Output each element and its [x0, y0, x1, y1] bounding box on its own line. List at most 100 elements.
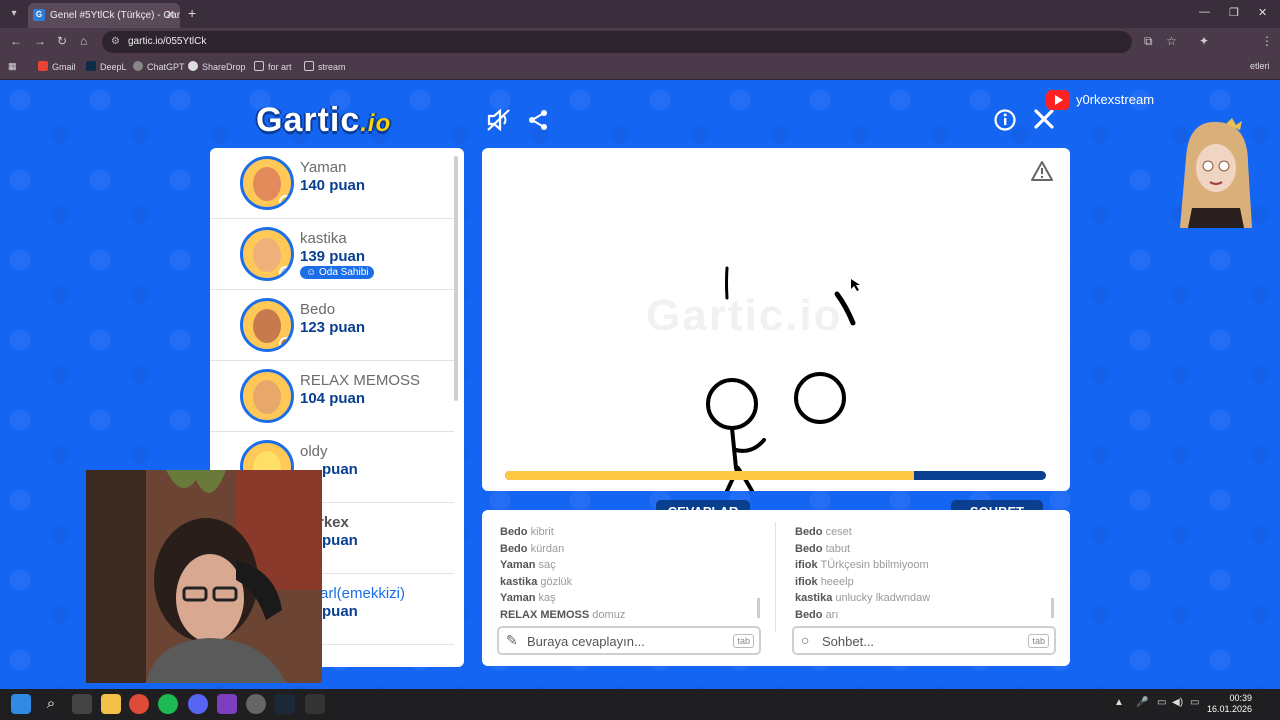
player-row[interactable]: Yaman 140 puan [210, 148, 454, 219]
chrome-icon[interactable] [129, 694, 149, 714]
start-menu-icon[interactable] [11, 694, 31, 714]
search-icon[interactable]: ⌕ [41, 694, 61, 714]
player-score: puan [322, 532, 358, 549]
steam-icon[interactable] [275, 694, 295, 714]
bookmark-folder-stream[interactable]: stream [304, 61, 346, 72]
player-row[interactable]: kastika 139 puan ☺ Oda Sahibi [210, 219, 454, 290]
player-score: 104 puan [300, 390, 366, 407]
system-clock[interactable]: 00:39 16.01.2026 [1207, 693, 1252, 715]
tab-close-icon[interactable]: ✕ [166, 3, 175, 28]
player-score: 139 puan [300, 248, 366, 265]
tray-chevron-icon[interactable]: ▲ [1114, 697, 1124, 708]
forward-arrow-icon[interactable]: → [34, 34, 46, 48]
player-score: puan [322, 603, 358, 620]
gmail-icon [38, 61, 48, 71]
install-app-icon[interactable]: ⧉ [1144, 34, 1153, 49]
chat-input[interactable] [822, 632, 1022, 650]
file-explorer-icon[interactable] [101, 694, 121, 714]
list-item: RELAX MEMOSS domuz [500, 608, 626, 621]
info-icon[interactable] [994, 109, 1016, 137]
battery-icon[interactable]: ▭ [1190, 697, 1199, 708]
network-icon[interactable]: ▭ [1157, 697, 1166, 708]
new-tab-button[interactable]: + [188, 5, 196, 21]
apps-grid-icon[interactable]: ▦ [8, 61, 17, 72]
chat-scrollbar[interactable] [1051, 598, 1054, 618]
browser-nav-bar: ← → ↻ ⌂ ⚙ gartic.io/055YtlCk ⧉ ☆ ✦ ⋮ [0, 28, 1280, 56]
player-name: Bedo [300, 301, 336, 318]
list-item: Yaman saç [500, 559, 556, 571]
reload-icon[interactable]: ↻ [57, 34, 67, 48]
folder-icon [304, 61, 314, 71]
player-avatar [240, 156, 294, 210]
youtube-overlay: y0rkexstream [1046, 90, 1170, 112]
pencil-icon: ✎ [506, 632, 518, 648]
player-score: puan [322, 461, 358, 478]
list-item: kastika unlucky lkadwndaw [795, 592, 931, 604]
webcam-overlay [86, 470, 322, 683]
exit-close-icon[interactable] [1033, 108, 1055, 136]
chat-log: Bedo ceset Bedo tabut ifiok TÜrkçesin bb… [795, 524, 1055, 623]
youtube-icon [1046, 90, 1070, 110]
vtuber-avatar [1178, 118, 1254, 228]
site-info-icon[interactable]: ⚙ [111, 31, 120, 53]
status-dot [279, 337, 291, 349]
tab-hint: tab [733, 634, 754, 648]
player-name: oldy [300, 443, 328, 460]
bookmark-gmail[interactable]: Gmail [38, 61, 76, 72]
gartic-favicon-icon: G [33, 9, 45, 21]
url-text: gartic.io/055YtlCk [128, 36, 207, 47]
tab-hint: tab [1028, 634, 1049, 648]
bookmark-deepl[interactable]: DeepL [86, 61, 127, 72]
windows-taskbar: ⌕ ▲ 🎤 ▭ ◀) ▭ 00:39 16.01.2026 [0, 689, 1280, 720]
tab-search-chevron-icon[interactable]: ▾ [6, 6, 22, 22]
answer-input[interactable] [527, 632, 727, 650]
bookmark-star-icon[interactable]: ☆ [1166, 34, 1177, 48]
tab-title: Genel #5YtlCk (Türkçe) - Gartic [50, 10, 180, 21]
volume-icon[interactable]: ◀) [1172, 697, 1183, 708]
list-item: Yaman kaş [500, 592, 556, 604]
deepl-icon [86, 61, 96, 71]
player-row[interactable]: Bedo 123 puan [210, 290, 454, 361]
list-item: ifiok TÜrkçesin bbilmiyoom [795, 559, 929, 571]
answers-scrollbar[interactable] [757, 598, 760, 618]
bookmark-folder-for-art[interactable]: for art [254, 61, 292, 72]
drawing-strokes [706, 266, 860, 491]
task-view-icon[interactable] [72, 694, 92, 714]
player-name: RELAX MEMOSS [300, 372, 421, 389]
minimize-icon[interactable]: — [1199, 6, 1210, 18]
discord-icon[interactable] [188, 694, 208, 714]
drawing-canvas[interactable]: Gartic.io [482, 148, 1070, 491]
app-icon[interactable] [217, 694, 237, 714]
player-list-scrollbar[interactable] [454, 156, 458, 401]
microphone-icon[interactable]: 🎤 [1136, 697, 1148, 708]
chat-input-box: ○ tab [792, 626, 1056, 655]
player-name: Yaman [300, 159, 347, 176]
list-item: Bedo ceset [795, 526, 852, 538]
sound-muted-icon[interactable] [486, 108, 512, 138]
player-score: 140 puan [300, 177, 366, 194]
window-close-icon[interactable]: ✕ [1258, 6, 1267, 19]
list-item: Bedo kürdan [500, 542, 565, 555]
spotify-icon[interactable] [158, 694, 178, 714]
round-timer-bar [505, 471, 1046, 480]
chatgpt-icon [133, 61, 143, 71]
home-icon[interactable]: ⌂ [80, 34, 87, 48]
status-dot [279, 266, 291, 278]
back-arrow-icon[interactable]: ← [10, 34, 22, 48]
address-bar[interactable]: ⚙ gartic.io/055YtlCk [102, 31, 1132, 53]
browser-tab-bar: ▾ G Genel #5YtlCk (Türkçe) - Gartic ✕ + … [0, 0, 1280, 28]
answers-log: Bedo kibrit Bedo kürdan Yaman saç kastik… [500, 524, 760, 623]
obs-icon[interactable] [246, 694, 266, 714]
epic-games-icon[interactable] [305, 694, 325, 714]
browser-tab-active[interactable]: G Genel #5YtlCk (Türkçe) - Gartic ✕ [28, 3, 180, 28]
bookmark-sharedrop[interactable]: ShareDrop [188, 61, 246, 72]
list-item: kastika gözlük [500, 575, 573, 588]
chat-bubble-icon: ○ [801, 632, 810, 648]
bookmark-chatgpt[interactable]: ChatGPT [133, 61, 185, 72]
menu-kebab-icon[interactable]: ⋮ [1261, 34, 1273, 48]
extensions-icon[interactable]: ✦ [1199, 34, 1209, 48]
restore-icon[interactable]: ❐ [1229, 6, 1239, 19]
player-row[interactable]: RELAX MEMOSS 104 puan [210, 361, 454, 432]
share-icon[interactable] [527, 109, 549, 137]
all-bookmarks[interactable]: etleri [1250, 61, 1270, 71]
